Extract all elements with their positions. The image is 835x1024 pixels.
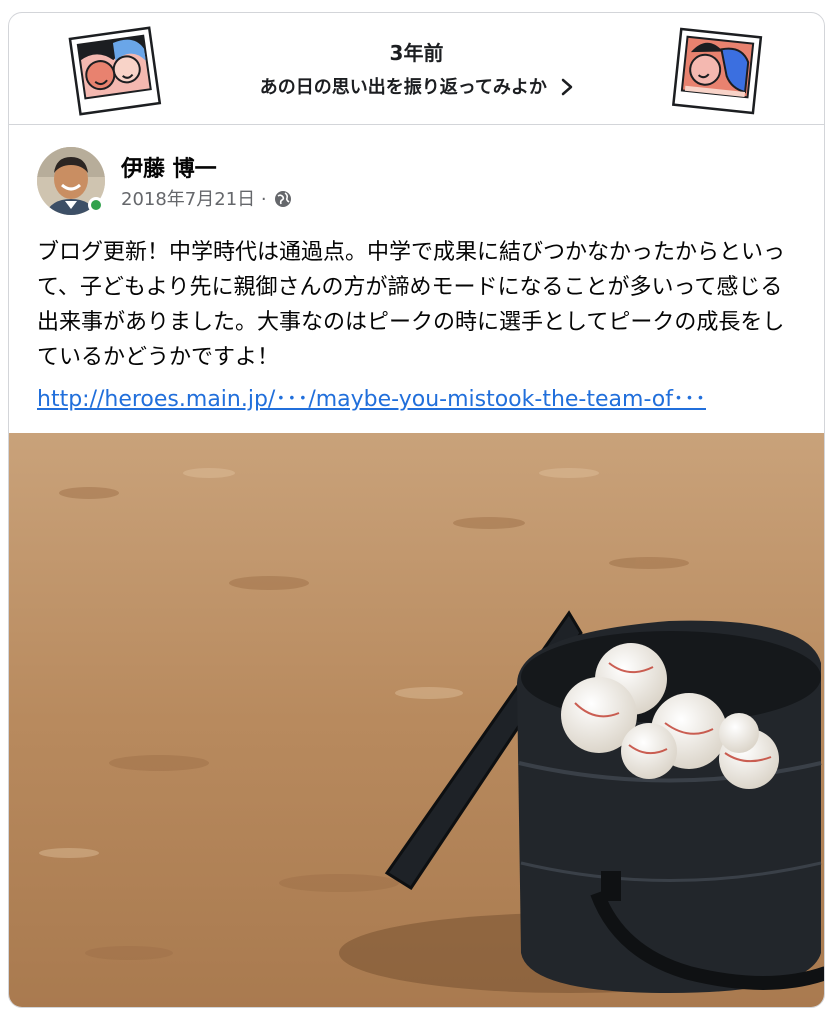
post-photo[interactable] xyxy=(9,433,825,1008)
memory-subtitle-text: あの日の思い出を振り返ってみよか xyxy=(259,77,547,98)
chevron-right-icon xyxy=(561,78,573,96)
post-date[interactable]: 2018年7月21日 xyxy=(121,189,255,210)
post-meta: 2018年7月21日 · xyxy=(121,185,292,211)
post-body-text: ブログ更新！中学時代は通過点。中学で成果に結びつかなかったからといって、子どもよ… xyxy=(37,240,786,370)
meta-separator: · xyxy=(260,189,267,210)
post-header: 伊藤 博一 2018年7月21日 · xyxy=(9,125,824,225)
online-status-icon xyxy=(88,197,104,213)
post-link[interactable]: http://heroes.main.jp/･･･/maybe-you-mist… xyxy=(37,381,799,413)
memory-post-card: 3年前 あの日の思い出を振り返ってみよか 伊藤 博一 2018年7月21日 · … xyxy=(8,12,825,1008)
author-name[interactable]: 伊藤 博一 xyxy=(121,151,217,183)
memory-header[interactable]: 3年前 あの日の思い出を振り返ってみよか xyxy=(9,13,824,125)
globe-icon xyxy=(275,191,292,207)
friends-illustration-right xyxy=(671,27,763,115)
